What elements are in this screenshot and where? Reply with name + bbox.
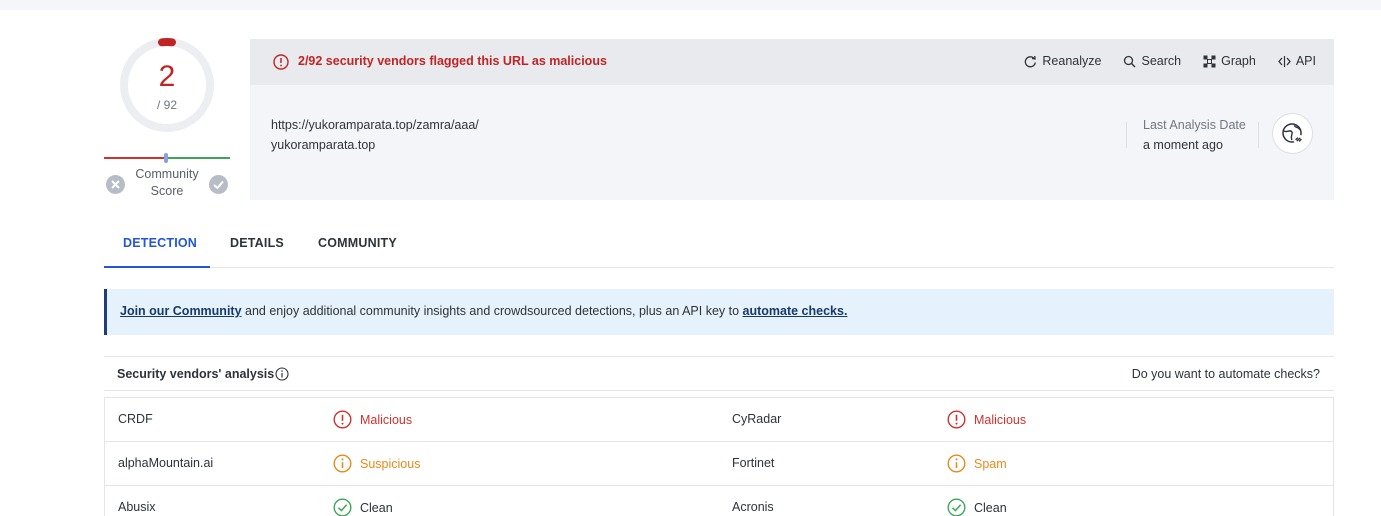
analysis-summary-panel: 2/92 security vendors flagged this URL a… (250, 39, 1334, 200)
analyzed-domain[interactable]: yukoramparata.top (271, 138, 375, 152)
vendor-row: Abusix Clean Acronis Clean (105, 486, 1333, 516)
vendor-name: CyRadar (732, 412, 782, 426)
tab-details[interactable]: DETAILS (230, 236, 284, 268)
vendor-result: Malicious (947, 410, 1026, 429)
graph-button[interactable]: Graph (1203, 54, 1256, 68)
vendor-row: alphaMountain.ai Suspicious Fortinet Spa… (105, 442, 1333, 486)
api-button[interactable]: API (1277, 54, 1316, 68)
alert-icon (273, 54, 289, 70)
vendor-result: Suspicious (333, 454, 420, 473)
detection-alert-text: 2/92 security vendors flagged this URL a… (298, 54, 607, 68)
check-icon (213, 180, 224, 190)
vote-harmless-button[interactable] (209, 175, 228, 194)
tab-community[interactable]: COMMUNITY (318, 236, 397, 268)
globe-link-icon (1281, 122, 1303, 144)
last-analysis-label: Last Analysis Date (1143, 118, 1246, 132)
url-type-badge (1272, 113, 1313, 154)
close-icon (111, 180, 120, 189)
vendors-section-header: Security vendors' analysis Do you want t… (104, 356, 1334, 391)
top-bar (0, 0, 1381, 10)
vendors-title: Security vendors' analysis (117, 367, 275, 381)
info-icon (947, 454, 966, 473)
detection-score-widget: 2 / 92 Community Score (104, 36, 230, 201)
vendor-total: / 92 (156, 98, 177, 112)
vendor-result: Clean (333, 498, 393, 516)
check-circle-icon (333, 498, 352, 516)
automate-checks-prompt[interactable]: Do you want to automate checks? (1132, 367, 1320, 381)
graph-icon (1203, 55, 1216, 67)
vendor-name: Fortinet (732, 456, 775, 470)
refresh-icon (1025, 55, 1037, 67)
community-score-label: Community Score (135, 167, 199, 198)
community-score-bar (104, 153, 230, 163)
action-toolbar: Reanalyze Search Graph API (1024, 54, 1316, 68)
info-icon (333, 454, 352, 473)
check-circle-icon (947, 498, 966, 516)
panel-header: 2/92 security vendors flagged this URL a… (250, 39, 1334, 85)
tab-detection[interactable]: DETECTION (104, 236, 210, 268)
vendor-name: CRDF (118, 412, 153, 426)
vendor-row: CRDF Malicious CyRadar Malicious (105, 398, 1333, 442)
search-icon (1124, 55, 1136, 67)
search-button[interactable]: Search (1123, 54, 1181, 68)
vendor-result: Spam (947, 454, 1007, 473)
analyzed-url[interactable]: https://yukoramparata.top/zamra/aaa/ (271, 118, 479, 132)
community-banner: Join our Community and enjoy additional … (104, 289, 1334, 335)
alert-icon (333, 410, 352, 429)
join-community-link[interactable]: Join our Community (120, 304, 242, 318)
vendor-result: Malicious (333, 410, 412, 429)
divider (1126, 122, 1127, 148)
detection-count: 2 (158, 60, 176, 93)
info-icon[interactable] (275, 367, 289, 381)
last-analysis-value: a moment ago (1143, 138, 1223, 152)
vendor-name: Abusix (118, 500, 156, 514)
vote-harmful-button[interactable] (106, 175, 125, 194)
banner-text: and enjoy additional community insights … (241, 304, 743, 318)
code-icon (1277, 55, 1291, 67)
divider (1258, 122, 1259, 148)
automate-checks-link[interactable]: automate checks. (743, 304, 848, 318)
reanalyze-button[interactable]: Reanalyze (1024, 54, 1101, 68)
vendor-result: Clean (947, 498, 1007, 516)
vendors-table: CRDF Malicious CyRadar Malicious alphaMo… (104, 397, 1334, 516)
vendor-name: Acronis (732, 500, 774, 514)
vendor-name: alphaMountain.ai (118, 456, 214, 470)
report-tabs: DETECTION DETAILS COMMUNITY (104, 236, 1334, 268)
alert-icon (947, 410, 966, 429)
